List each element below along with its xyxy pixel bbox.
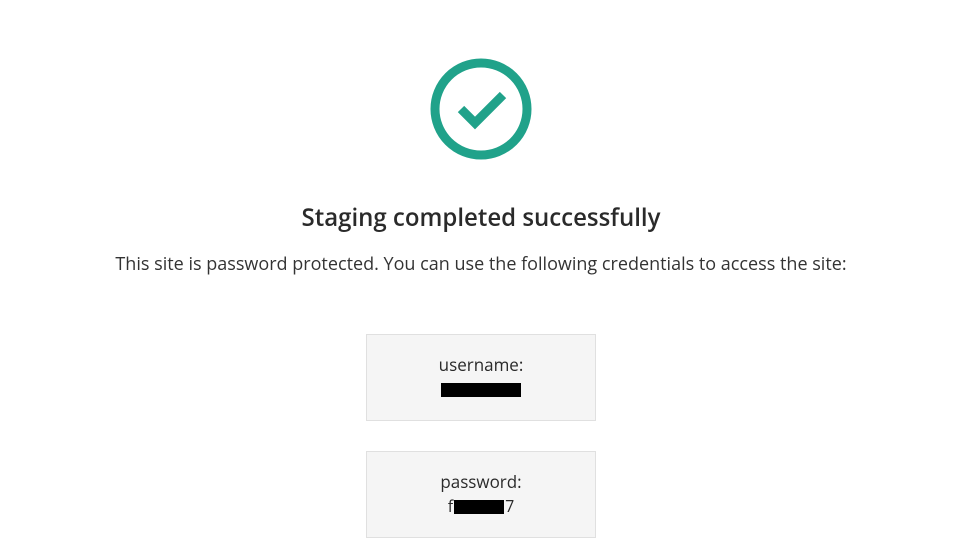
username-label: username: (377, 353, 585, 376)
password-label: password: (377, 470, 585, 493)
description-text: This site is password protected. You can… (115, 252, 846, 276)
username-box: username: (366, 334, 596, 421)
success-check-icon (427, 55, 535, 163)
redacted-block (454, 500, 504, 514)
password-prefix: f (448, 495, 453, 517)
password-value: f7 (448, 495, 515, 517)
redacted-block (441, 383, 521, 397)
password-suffix: 7 (505, 495, 514, 517)
page-title: Staging completed successfully (302, 201, 661, 234)
username-value (441, 378, 521, 400)
password-box: password: f7 (366, 451, 596, 538)
